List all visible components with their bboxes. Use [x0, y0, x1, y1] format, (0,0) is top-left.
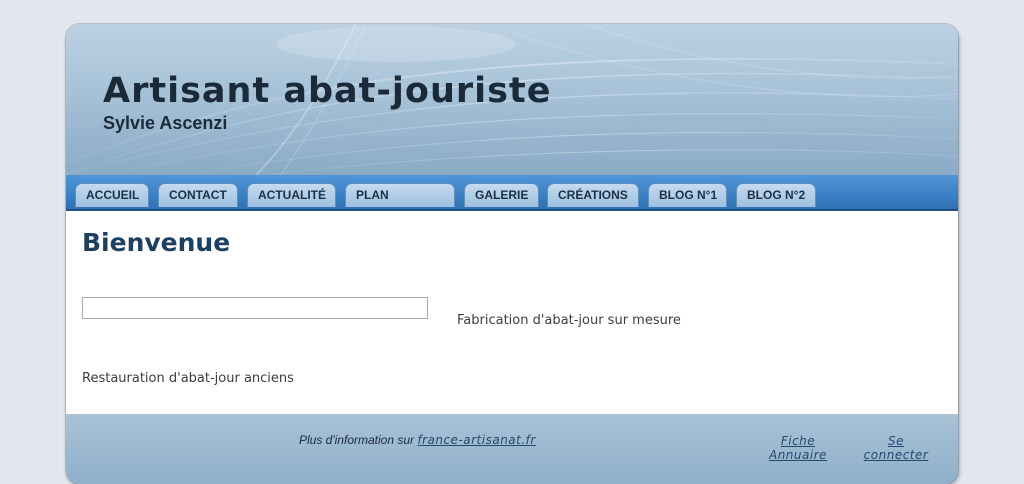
se-connecter-line1: Se — [888, 434, 904, 448]
header-banner: Artisant abat-jouriste Sylvie Ascenzi — [66, 24, 958, 175]
se-connecter-link[interactable]: Se connecter — [861, 434, 931, 462]
fabrication-text: Fabrication d'abat-jour sur mesure — [457, 313, 681, 328]
site-subtitle: Sylvie Ascenzi — [103, 113, 228, 133]
nav-tab-contact[interactable]: CONTACT — [158, 183, 238, 207]
nav-tab-plan[interactable]: PLAN — [345, 183, 455, 207]
page-frame: Artisant abat-jouriste Sylvie Ascenzi AC… — [66, 24, 958, 484]
restauration-text: Restauration d'abat-jour anciens — [82, 371, 294, 386]
nav-tab-accueil[interactable]: ACCUEIL — [75, 183, 149, 207]
footer-info-prefix: Plus d'information sur — [299, 433, 418, 447]
site-title: Artisant abat-jouriste — [103, 71, 552, 111]
footer: Plus d'information sur france-artisanat.… — [66, 414, 958, 484]
fiche-annuaire-link[interactable]: Fiche Annuaire — [767, 434, 829, 462]
nav-tab-actualite[interactable]: ACTUALITÉ — [247, 183, 336, 207]
nav-tab-blog-2[interactable]: BLOG N°2 — [736, 183, 816, 207]
page-title: Bienvenue — [82, 228, 231, 257]
footer-info: Plus d'information sur france-artisanat.… — [299, 433, 536, 447]
se-connecter-line2: connecter — [863, 448, 929, 462]
nav-tab-blog-1[interactable]: BLOG N°1 — [648, 183, 727, 207]
fiche-annuaire-line1: Fiche — [780, 434, 816, 448]
main-content: Bienvenue Fabrication d'abat-jour sur me… — [66, 211, 958, 414]
nav-tab-galerie[interactable]: GALERIE — [464, 183, 539, 207]
nav-tab-creations[interactable]: CRÉATIONS — [547, 183, 639, 207]
main-navigation: ACCUEIL CONTACT ACTUALITÉ PLAN GALERIE C… — [66, 175, 958, 211]
fiche-annuaire-line2: Annuaire — [768, 448, 828, 462]
france-artisanat-link[interactable]: france-artisanat.fr — [417, 433, 536, 447]
image-placeholder — [82, 297, 428, 319]
